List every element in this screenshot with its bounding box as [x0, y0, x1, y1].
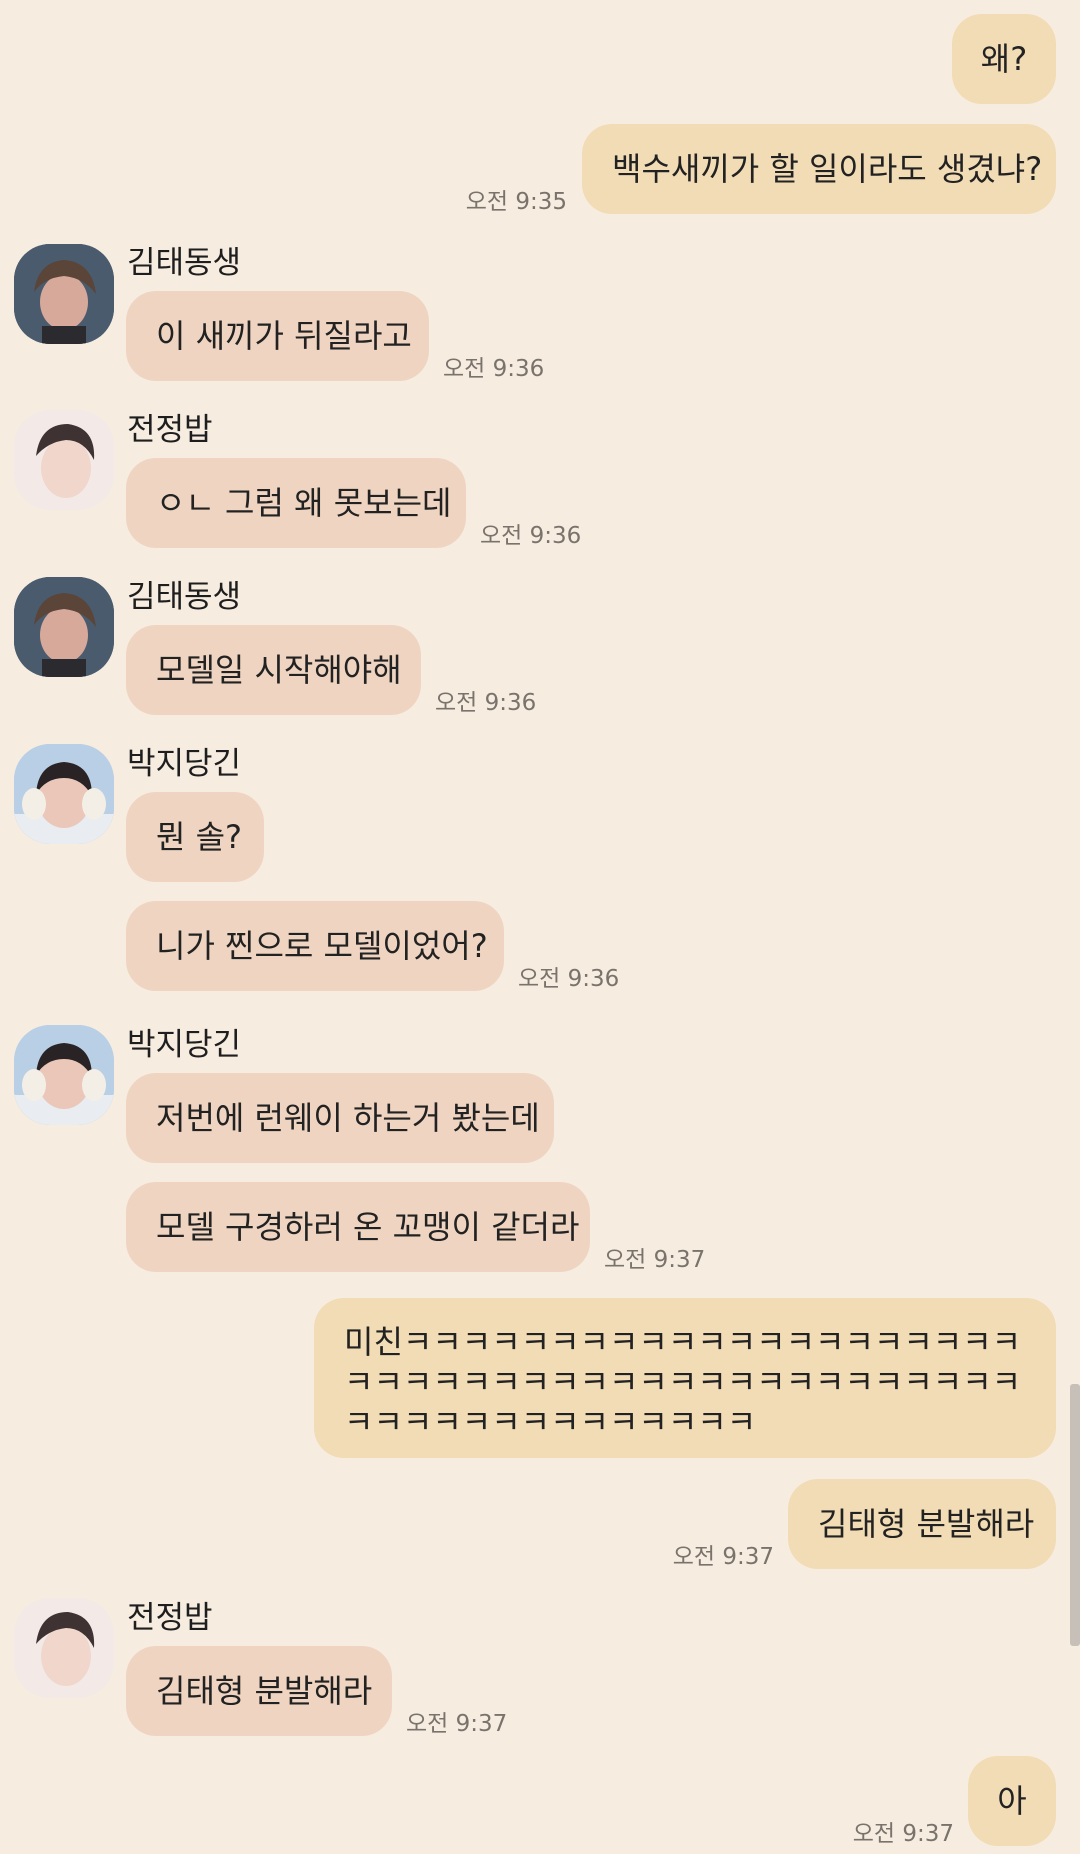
sender-name: 김태동생: [127, 579, 242, 615]
message-timestamp: 오전 9:36: [443, 356, 545, 382]
person-photo-icon: [14, 1598, 114, 1698]
my-message-bubble[interactable]: 김태형 분발해라: [788, 1479, 1056, 1569]
sender-avatar-park[interactable]: [14, 1025, 114, 1125]
message-timestamp: 오전 9:37: [672, 1544, 774, 1570]
sender-avatar-park[interactable]: [14, 744, 114, 844]
sender-avatar-jeon[interactable]: [14, 1598, 114, 1698]
sender-name: 박지당긴: [127, 1027, 242, 1063]
sender-name: 박지당긴: [127, 746, 242, 782]
my-message-bubble[interactable]: 미친ㅋㅋㅋㅋㅋㅋㅋㅋㅋㅋㅋㅋㅋㅋㅋㅋㅋㅋㅋㅋㅋㅋㅋㅋㅋㅋㅋㅋㅋㅋㅋㅋㅋㅋㅋㅋㅋㅋ…: [314, 1298, 1056, 1458]
their-message-bubble[interactable]: 모델 구경하러 온 꼬맹이 같더라: [126, 1182, 590, 1272]
message-timestamp: 오전 9:37: [406, 1711, 508, 1737]
sender-avatar-kim[interactable]: [14, 577, 114, 677]
my-message-bubble[interactable]: 왜?: [952, 14, 1056, 104]
their-message-bubble[interactable]: 뭔 솔?: [126, 792, 264, 882]
person-photo-icon: [14, 410, 114, 510]
sender-name: 전정밥: [127, 1600, 213, 1636]
sender-avatar-jeon[interactable]: [14, 410, 114, 510]
my-message-bubble[interactable]: 백수새끼가 할 일이라도 생겼냐?: [582, 124, 1056, 214]
their-message-bubble[interactable]: 이 새끼가 뒤질라고: [126, 291, 429, 381]
sender-avatar-kim[interactable]: [14, 244, 114, 344]
their-message-bubble[interactable]: ㅇㄴ 그럼 왜 못보는데: [126, 458, 466, 548]
sender-name: 전정밥: [127, 412, 213, 448]
scrollbar[interactable]: [1070, 1384, 1080, 1646]
person-photo-icon: [14, 1025, 114, 1125]
message-timestamp: 오전 9:37: [604, 1247, 706, 1273]
message-timestamp: 오전 9:37: [852, 1821, 954, 1847]
my-message-bubble[interactable]: 아: [968, 1756, 1056, 1846]
their-message-bubble[interactable]: 모델일 시작해야해: [126, 625, 421, 715]
message-timestamp: 오전 9:36: [480, 523, 582, 549]
message-timestamp: 오전 9:35: [465, 189, 567, 215]
person-photo-icon: [14, 744, 114, 844]
their-message-bubble[interactable]: 저번에 런웨이 하는거 봤는데: [126, 1073, 554, 1163]
their-message-bubble[interactable]: 니가 찐으로 모델이었어?: [126, 901, 504, 991]
person-photo-icon: [14, 244, 114, 344]
person-photo-icon: [14, 577, 114, 677]
message-timestamp: 오전 9:36: [518, 966, 620, 992]
sender-name: 김태동생: [127, 245, 242, 281]
their-message-bubble[interactable]: 김태형 분발해라: [126, 1646, 392, 1736]
message-timestamp: 오전 9:36: [435, 690, 537, 716]
